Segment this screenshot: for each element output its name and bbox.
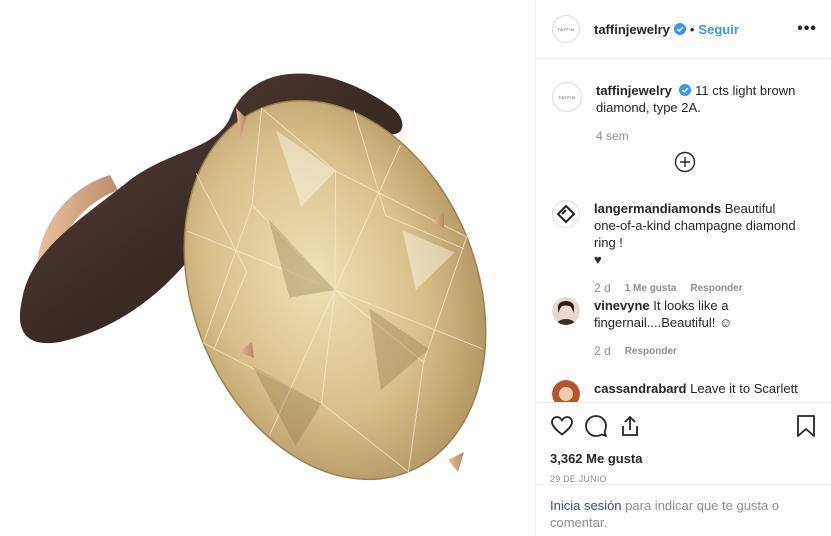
post-actions: 3,362 Me gusta 29 DE JUNIO: [536, 402, 831, 484]
comment-likes[interactable]: 1 Me gusta: [625, 280, 677, 297]
comment-username[interactable]: langermandiamonds: [594, 201, 721, 216]
login-prompt: Inicia sesión para indicar que te gusta …: [536, 484, 831, 536]
avatar[interactable]: TAFFIN: [552, 15, 580, 43]
caption-body: taffinjewelry 11 cts light brown diamond…: [596, 82, 801, 145]
header-username[interactable]: taffinjewelry: [594, 22, 670, 37]
comment-icon[interactable]: [584, 414, 608, 438]
avatar-text: TAFFIN: [557, 26, 575, 32]
action-icons: [550, 413, 817, 439]
likes-count[interactable]: 3,362 Me gusta: [550, 451, 817, 466]
heart-emoji: ♥: [594, 252, 602, 267]
post-header: TAFFIN taffinjewelry • Seguir •••: [536, 0, 831, 59]
more-options-button[interactable]: •••: [793, 20, 821, 38]
comment-item: langermandiamonds Beautiful one-of-a-kin…: [536, 200, 831, 297]
comment-text: Leave it to Scarlett: [690, 381, 798, 396]
comment-username[interactable]: cassandrabard: [594, 381, 687, 396]
comment-item: vinevyne It looks like a fingernail....B…: [536, 297, 831, 360]
post-panel: TAFFIN taffinjewelry • Seguir ••• TAFFIN…: [535, 0, 831, 536]
caption-meta: 4 sem: [596, 128, 801, 145]
reply-button[interactable]: Responder: [690, 280, 742, 297]
comment-meta: 2 d Responder: [594, 343, 799, 360]
plus-circle-icon: [674, 151, 696, 173]
comment-body: cassandrabard Leave it to Scarlett: [594, 380, 799, 402]
post-date[interactable]: 29 DE JUNIO: [550, 474, 817, 484]
verified-badge-icon: [673, 23, 686, 35]
caption-time[interactable]: 4 sem: [596, 128, 629, 145]
share-icon[interactable]: [618, 414, 642, 438]
header-separator: •: [689, 21, 695, 37]
login-link[interactable]: Inicia sesión: [550, 498, 622, 513]
comment-body: langermandiamonds Beautiful one-of-a-kin…: [594, 200, 799, 297]
commenter-avatar[interactable]: [552, 380, 580, 402]
verified-badge-icon: [679, 84, 692, 96]
reply-button[interactable]: Responder: [625, 343, 677, 360]
caption-avatar[interactable]: TAFFIN: [552, 82, 582, 112]
caption: TAFFIN taffinjewelry 11 cts light brown …: [536, 82, 831, 145]
comment-meta: 2 d 1 Me gusta Responder: [594, 280, 799, 297]
user-photo-icon: [552, 380, 580, 402]
commenter-avatar[interactable]: [552, 200, 580, 228]
load-more-comments-button[interactable]: [674, 151, 696, 173]
comment-username[interactable]: vinevyne: [594, 298, 650, 313]
caption-avatar-text: TAFFIN: [558, 94, 576, 100]
comments-list[interactable]: TAFFIN taffinjewelry 11 cts light brown …: [536, 60, 831, 402]
comment-time[interactable]: 2 d: [594, 280, 611, 297]
diamond-ring-photo: [19, 73, 487, 481]
diamond-logo-icon: [552, 200, 580, 228]
commenter-avatar[interactable]: [552, 297, 580, 325]
bookmark-icon[interactable]: [795, 414, 817, 438]
caption-username[interactable]: taffinjewelry: [596, 83, 672, 98]
post-image[interactable]: [0, 0, 535, 536]
user-photo-icon: [552, 297, 580, 325]
follow-button[interactable]: Seguir: [698, 22, 738, 37]
comment-time[interactable]: 2 d: [594, 343, 611, 360]
comment-body: vinevyne It looks like a fingernail....B…: [594, 297, 799, 360]
comment-item: cassandrabard Leave it to Scarlett: [536, 380, 831, 402]
heart-icon[interactable]: [550, 414, 574, 438]
